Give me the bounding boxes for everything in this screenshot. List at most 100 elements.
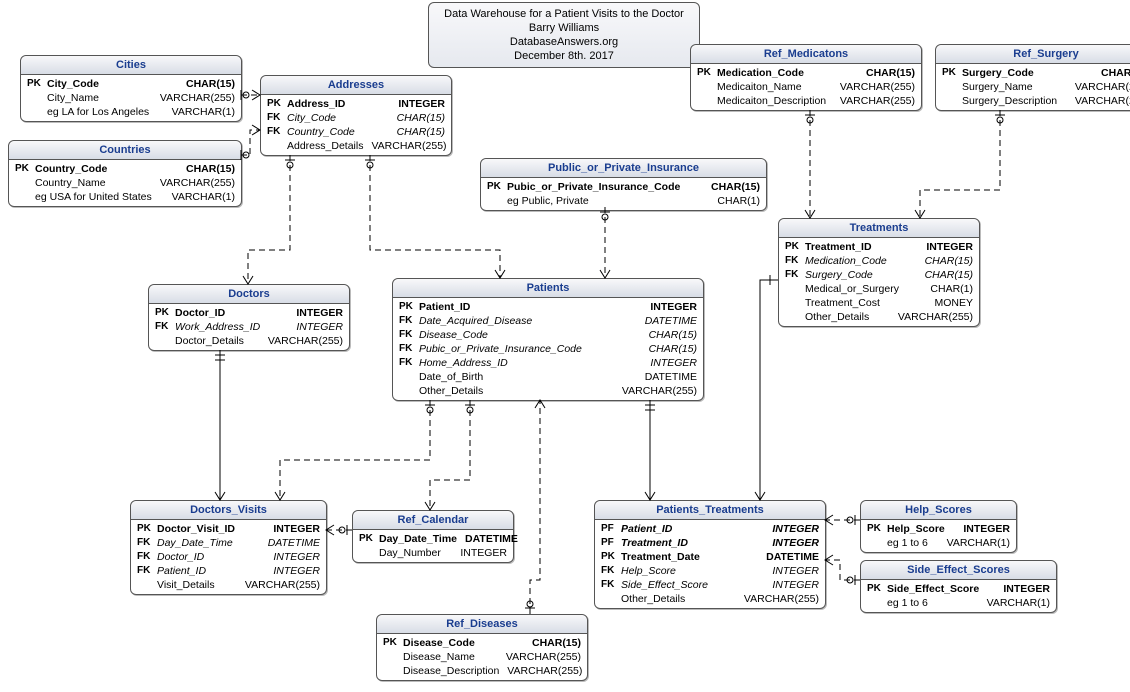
name-col: Medical_or_Surgery [805,282,930,296]
entity-body: PKDoctor_Visit_IDINTEGERFKDay_Date_TimeD… [131,520,326,594]
name-col: Surgery_Name [962,80,1075,94]
entity-row: Visit_DetailsVARCHAR(255) [131,578,326,592]
entity-row: FKDate_Acquired_DiseaseDATETIME [393,314,703,328]
key-col [383,664,403,678]
name-col: Surgery_Code [962,66,1101,80]
entity-body: PKSide_Effect_ScoreINTEGEReg 1 to 6VARCH… [861,580,1056,612]
entity-row: PKDoctor_Visit_IDINTEGER [131,522,326,536]
entity-row: Other_DetailsVARCHAR(255) [779,310,979,324]
entity-row: FKPubic_or_Private_Insurance_CodeCHAR(15… [393,342,703,356]
key-col [942,80,962,94]
key-col: FK [137,564,157,578]
entity-row: eg LA for Los AngelesVARCHAR(1) [21,105,241,119]
type-col: VARCHAR(255) [268,334,343,348]
entity-patients-treatments: Patients_TreatmentsPFPatient_IDINTEGERPF… [594,500,826,609]
entity-row: FKDay_Date_TimeDATETIME [131,536,326,550]
name-col: Medicaiton_Description [717,94,840,108]
entity-body: PKHelp_ScoreINTEGEReg 1 to 6VARCHAR(1) [861,520,1016,552]
entity-row: PKTreatment_DateDATETIME [595,550,825,564]
type-col: CHAR(15) [925,268,973,282]
type-col: CHAR(15) [397,125,445,139]
key-col: PF [601,536,621,550]
key-col [697,80,717,94]
entity-row: PKCity_CodeCHAR(15) [21,77,241,91]
key-col [27,105,47,119]
name-col: Doctor_ID [157,550,273,564]
entity-row: FKSurgery_CodeCHAR(15) [779,268,979,282]
entity-row: Date_of_BirthDATETIME [393,370,703,384]
entity-row: Other_DetailsVARCHAR(255) [595,592,825,606]
key-col [155,334,175,348]
entity-patients: PatientsPKPatient_IDINTEGERFKDate_Acquir… [392,278,704,401]
entity-row: FKPatient_IDINTEGER [131,564,326,578]
entity-row: Day_NumberINTEGER [353,546,513,560]
name-col: Pubic_or_Private_Insurance_Code [507,180,711,194]
entity-row: Surgery_NameVARCHAR(255) [936,80,1130,94]
entity-cities: CitiesPKCity_CodeCHAR(15)City_NameVARCHA… [20,55,242,122]
name-col: Help_Score [887,522,963,536]
type-col: CHAR(15) [649,328,697,342]
key-col [383,650,403,664]
header-line3: DatabaseAnswers.org [439,35,689,49]
name-col: Country_Code [287,125,397,139]
name-col: Patient_ID [621,522,772,536]
type-col: INTEGER [273,522,320,536]
entity-row: Medical_or_SurgeryCHAR(1) [779,282,979,296]
type-col: INTEGER [772,536,819,550]
key-col [785,310,805,324]
key-col: FK [785,254,805,268]
name-col: Home_Address_ID [419,356,650,370]
entity-row: PFTreatment_IDINTEGER [595,536,825,550]
entity-title: Ref_Calendar [353,511,513,530]
entity-row: eg 1 to 6VARCHAR(1) [861,536,1016,550]
entity-title: Ref_Surgery [936,45,1130,64]
entity-row: Disease_DescriptionVARCHAR(255) [377,664,587,678]
type-col: INTEGER [772,522,819,536]
entity-title: Side_Effect_Scores [861,561,1056,580]
entity-row: FKCountry_CodeCHAR(15) [261,125,451,139]
name-col: Medication_Code [717,66,866,80]
name-col: Treatment_Cost [805,296,934,310]
entity-row: PKDisease_CodeCHAR(15) [377,636,587,650]
type-col: INTEGER [772,578,819,592]
type-col: CHAR(15) [711,180,760,194]
type-col: VARCHAR(255) [1075,80,1130,94]
type-col: CHAR(15) [925,254,973,268]
type-col: VARCHAR(255) [506,650,581,664]
type-col: VARCHAR(255) [160,176,235,190]
entity-row: FKHome_Address_IDINTEGER [393,356,703,370]
entity-addresses: AddressesPKAddress_IDINTEGERFKCity_CodeC… [260,75,452,156]
entity-row: Treatment_CostMONEY [779,296,979,310]
entity-body: PKDoctor_IDINTEGERFKWork_Address_IDINTEG… [149,304,349,350]
entity-title: Help_Scores [861,501,1016,520]
entity-row: Address_DetailsVARCHAR(255) [261,139,451,153]
name-col: Disease_Code [419,328,649,342]
type-col: INTEGER [963,522,1010,536]
name-col: Disease_Name [403,650,506,664]
name-col: Doctor_Visit_ID [157,522,273,536]
type-col: INTEGER [398,97,445,111]
entity-title: Doctors [149,285,349,304]
entity-row: PKSide_Effect_ScoreINTEGER [861,582,1056,596]
entity-title: Ref_Medicatons [691,45,921,64]
entity-ref-medications: Ref_MedicatonsPKMedication_CodeCHAR(15)M… [690,44,922,111]
name-col: Other_Details [805,310,898,324]
type-col: VARCHAR(255) [744,592,819,606]
key-col: FK [399,314,419,328]
type-col: VARCHAR(255) [507,664,582,678]
type-col: INTEGER [926,240,973,254]
type-col: VARCHAR(1) [947,536,1010,550]
type-col: CHAR(15) [186,77,235,91]
key-col: PK [867,522,887,536]
key-col: PK [383,636,403,650]
name-col: Treatment_ID [621,536,772,550]
name-col: Disease_Code [403,636,532,650]
entity-doctors-visits: Doctors_VisitsPKDoctor_Visit_IDINTEGERFK… [130,500,327,595]
name-col: Doctor_Details [175,334,268,348]
key-col: PK [359,532,379,546]
type-col: CHAR(15) [397,111,445,125]
entity-row: Disease_NameVARCHAR(255) [377,650,587,664]
name-col: Surgery_Description [962,94,1075,108]
entity-row: PKCountry_CodeCHAR(15) [9,162,241,176]
type-col: CHAR(1) [717,194,760,208]
